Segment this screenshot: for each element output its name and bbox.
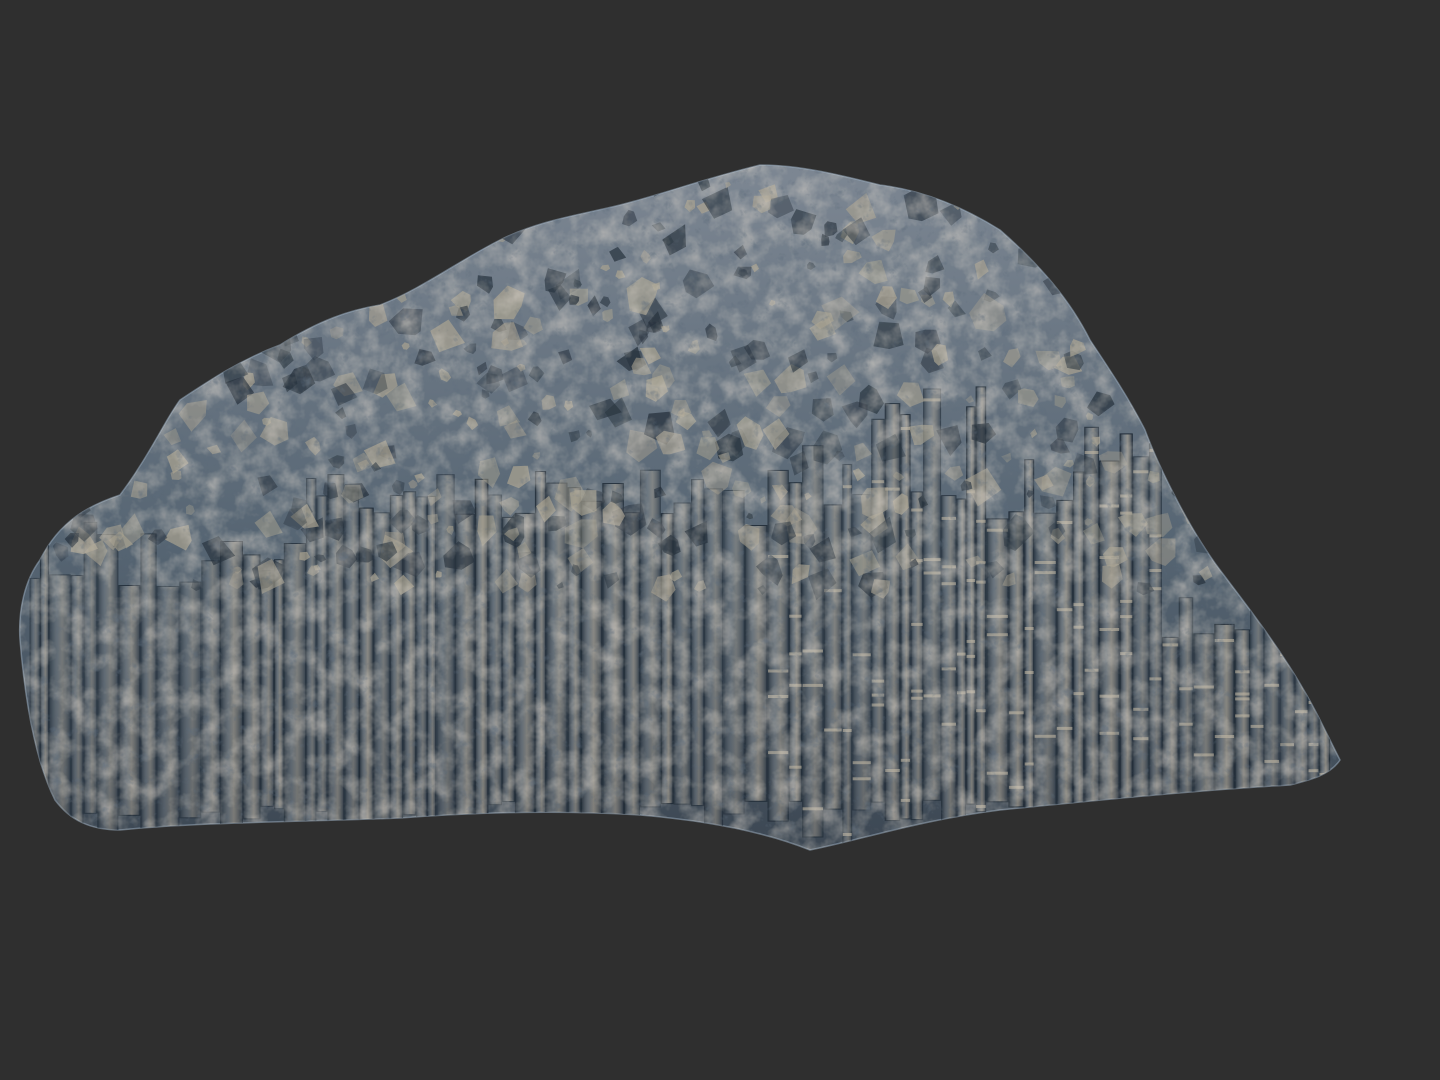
- 3d-viewport[interactable]: [0, 0, 1440, 1080]
- rock-model-render: [0, 0, 1440, 1080]
